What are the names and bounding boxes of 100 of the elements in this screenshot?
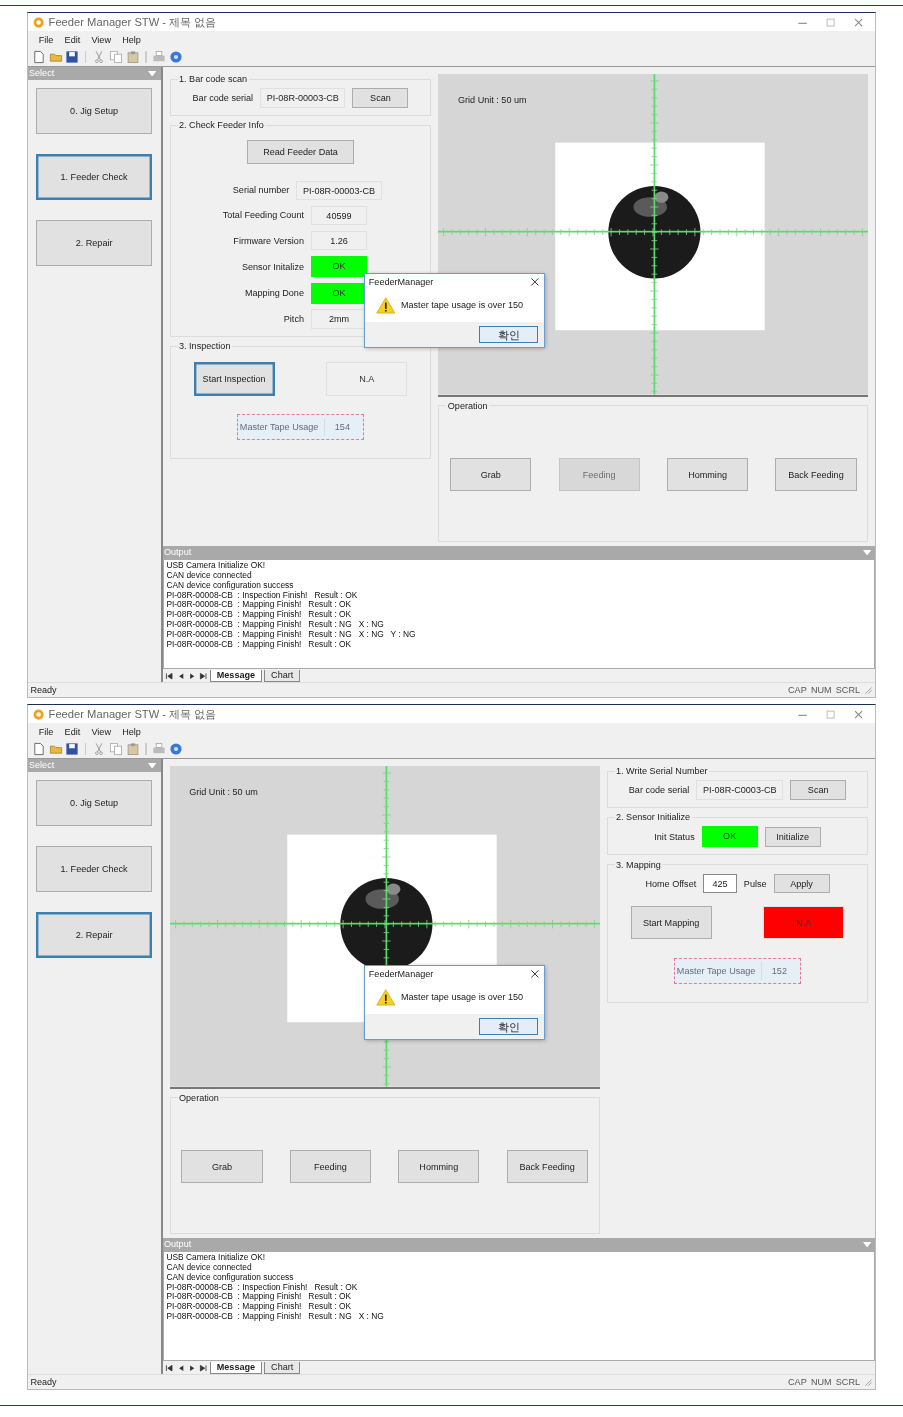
tab[interactable]: Message <box>210 1361 262 1374</box>
usage-label: Master Tape Usage <box>239 422 319 432</box>
copy-icon[interactable] <box>108 742 123 757</box>
button[interactable]: Grab <box>450 457 532 492</box>
menu-item[interactable]: File <box>38 34 54 45</box>
status-indicator-text: NUM <box>810 1377 832 1387</box>
button[interactable]: Apply <box>773 873 830 894</box>
menu-item[interactable]: File <box>38 726 54 737</box>
menu-item[interactable]: Help <box>122 726 141 737</box>
tab[interactable]: Chart <box>264 1361 300 1374</box>
sidebar-item[interactable]: 2. Repair <box>36 911 153 958</box>
new-file-icon[interactable] <box>31 50 46 65</box>
paste-icon[interactable] <box>125 742 140 757</box>
field-label: Home Offset <box>645 878 697 889</box>
sidebar-item[interactable]: 1. Feeder Check <box>36 845 153 893</box>
text-field[interactable]: 1.26 <box>311 230 367 251</box>
status-indicator-text: CAP <box>788 1377 807 1387</box>
group-title: 2. Sensor Initialize <box>615 812 692 823</box>
save-icon[interactable] <box>65 742 80 757</box>
menu-item[interactable]: Help <box>122 34 141 45</box>
dialog-title: FeederManager <box>368 277 434 288</box>
grid-unit-label: Grid Unit : 50 um <box>189 787 258 798</box>
caret-icon[interactable] <box>862 549 872 556</box>
tab[interactable]: Chart <box>264 669 300 682</box>
button[interactable]: Initialize <box>764 827 821 847</box>
button[interactable]: Homming <box>666 457 749 492</box>
sidebar-item[interactable]: 1. Feeder Check <box>36 153 153 201</box>
close-icon[interactable] <box>529 969 540 980</box>
field-label: Bar code serial <box>192 93 254 104</box>
status-indicator-text: SCRL <box>835 1377 860 1387</box>
button[interactable]: Feeding <box>289 1149 371 1184</box>
app-icon <box>33 708 45 720</box>
usage-value: 154 <box>324 417 360 437</box>
caret-icon[interactable] <box>862 1241 872 1248</box>
button[interactable]: Start Inspection <box>193 362 275 396</box>
status-indicator: OK <box>701 826 758 848</box>
button[interactable]: Start Mapping <box>630 905 712 940</box>
menu-item[interactable]: View <box>91 726 111 737</box>
sidebar-item[interactable]: 2. Repair <box>36 219 153 266</box>
group-title: Operation <box>178 1092 220 1103</box>
status-indicator-text: NUM <box>810 685 832 695</box>
group-title: 1. Bar code scan <box>178 74 249 85</box>
field-label: Total Feeding Count <box>221 210 304 221</box>
sidebar-item[interactable]: 0. Jig Setup <box>36 780 153 827</box>
help-icon[interactable] <box>168 50 183 65</box>
pane-title: Output <box>164 546 192 559</box>
log-line: PI-08R-00008-CB : Inspection Finish! Result : OK <box>166 1282 359 1292</box>
log-line: USB Camera Initialize OK! <box>166 561 267 571</box>
dialog-message: Master tape usage is over 150 <box>400 300 524 311</box>
menu-item[interactable]: Edit <box>64 726 81 737</box>
button[interactable]: Back Feeding <box>775 457 857 492</box>
dialog-title: FeederManager <box>368 969 434 980</box>
last-icon[interactable] <box>198 1363 208 1372</box>
text-field[interactable]: PI-08R-00003-CB <box>296 180 382 201</box>
last-icon[interactable] <box>198 671 208 680</box>
log-line: PI-08R-00008-CB : Inspection Finish! Result : OK <box>166 590 359 600</box>
button[interactable]: Read Feeder Data <box>246 139 355 164</box>
button[interactable]: Grab <box>181 1149 263 1184</box>
copy-icon[interactable] <box>108 50 123 65</box>
text-field[interactable]: PI-08R-00003-CB <box>260 88 346 108</box>
status-indicator: OK <box>311 256 367 278</box>
button[interactable]: Scan <box>790 780 847 800</box>
ok-button[interactable]: 확인 <box>479 1018 539 1036</box>
text-field[interactable]: PI-08R-C0003-CB <box>696 780 784 800</box>
pane-title: Output <box>164 1238 192 1251</box>
group-title: 1. Write Serial Number <box>615 766 709 777</box>
menu-item[interactable]: Edit <box>64 34 81 45</box>
input-field[interactable]: 425 <box>703 873 737 894</box>
sidebar-item[interactable]: 0. Jig Setup <box>36 88 153 135</box>
log-line: PI-08R-00008-CB : Mapping Finish! Result : NG X : NG Y : NG <box>166 629 417 640</box>
field-label: Pulse <box>743 878 767 889</box>
first-icon[interactable] <box>165 1363 174 1372</box>
group-title: 2. Check Feeder Info <box>178 120 265 131</box>
menu-item[interactable]: View <box>91 34 111 45</box>
app-icon <box>33 16 45 28</box>
help-icon[interactable] <box>168 742 183 757</box>
caret-icon[interactable] <box>148 762 157 769</box>
dialog-message: Master tape usage is over 150 <box>400 992 524 1003</box>
first-icon[interactable] <box>165 671 174 680</box>
text-field[interactable]: 40599 <box>311 205 367 226</box>
caret-icon[interactable] <box>148 70 157 77</box>
paste-icon[interactable] <box>125 50 140 65</box>
field-label: Sensor Initalize <box>240 261 304 272</box>
tab[interactable]: Message <box>210 669 262 682</box>
log-line: PI-08R-00008-CB : Mapping Finish! Result : OK <box>166 1292 353 1302</box>
text-field[interactable]: 2mm <box>311 309 367 329</box>
button[interactable]: Back Feeding <box>506 1149 588 1184</box>
log-line: CAN device connected <box>166 1263 253 1273</box>
field-label: Init Status <box>654 831 695 842</box>
log-line: CAN device connected <box>166 571 253 581</box>
ok-button[interactable]: 확인 <box>479 326 539 344</box>
pane-title: Select <box>29 759 55 772</box>
window-title: Feeder Manager STW - 제목 없음 <box>48 15 218 30</box>
button[interactable]: Homming <box>398 1149 480 1184</box>
close-icon[interactable] <box>529 277 540 288</box>
usage-value: 152 <box>761 961 797 980</box>
new-file-icon[interactable] <box>31 742 46 757</box>
field-label: Firmware Version <box>232 235 304 246</box>
button[interactable]: Scan <box>352 88 409 108</box>
save-icon[interactable] <box>65 50 80 65</box>
